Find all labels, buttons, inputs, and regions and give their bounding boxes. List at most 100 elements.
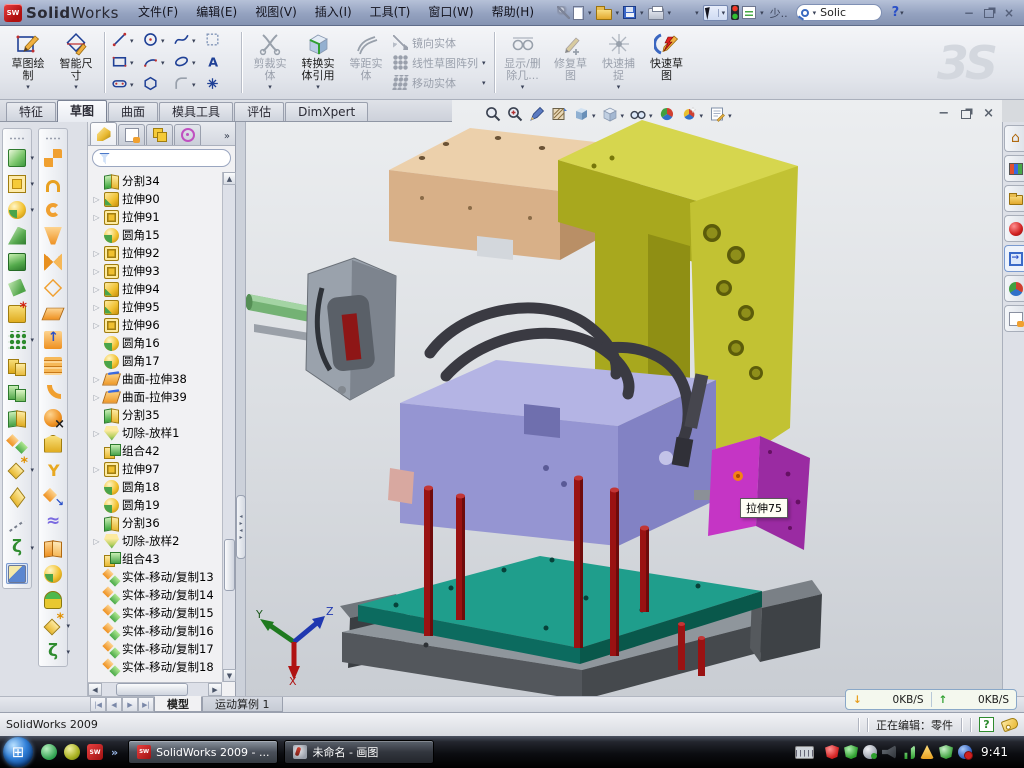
edit-appearance-button[interactable] [658, 105, 676, 126]
lofted-surface-button[interactable] [42, 225, 64, 246]
delete-face-button[interactable] [42, 407, 64, 428]
view-orientation-button[interactable]: ▾ [601, 105, 626, 126]
trim-surface-button[interactable] [42, 511, 64, 532]
expand-icon[interactable]: ▷ [92, 195, 101, 204]
reference-geometry-2-dropdown-icon[interactable]: ▾ [66, 622, 70, 630]
close-button[interactable]: × [1004, 6, 1014, 20]
spiral-curve-button[interactable]: ▾ [42, 641, 64, 662]
section-view-button[interactable] [550, 105, 568, 126]
rapid-sketch-button[interactable]: 快速草图 [644, 28, 690, 97]
open-icon[interactable] [596, 9, 612, 20]
plane-button[interactable] [6, 485, 28, 506]
boss-button[interactable] [6, 251, 28, 272]
extruded-boss-dropdown-icon[interactable]: ▾ [30, 154, 34, 162]
tree-item[interactable]: ▷拉伸94 [92, 280, 222, 298]
extruded-cut-button[interactable]: ▾ [6, 173, 28, 194]
open-dropdown-icon[interactable]: ▾ [616, 9, 620, 17]
boundary-surface-button[interactable] [42, 251, 64, 272]
scrollbar-thumb[interactable] [224, 539, 235, 591]
appearances-tab[interactable] [1004, 275, 1024, 302]
property-manager-tab[interactable] [118, 124, 145, 145]
doc-restore-button[interactable] [961, 110, 971, 119]
tree-item[interactable]: 圆角18 [92, 478, 222, 496]
search-input[interactable]: Solic [820, 6, 846, 19]
tree-item[interactable]: ▷拉伸97 [92, 460, 222, 478]
menu-item-4[interactable]: 工具(T) [361, 0, 420, 25]
tree-item[interactable]: ▷拉伸92 [92, 244, 222, 262]
file-explorer-tab[interactable] [1004, 185, 1024, 212]
expand-icon[interactable]: ▷ [92, 537, 101, 546]
offset-surface-button[interactable] [42, 329, 64, 350]
swept-surface-button[interactable] [42, 147, 64, 168]
quick-launch-more-icon[interactable]: » [111, 746, 118, 759]
point-tool[interactable] [204, 74, 235, 96]
untrim-surface-button[interactable] [42, 433, 64, 454]
filled-surface-button[interactable] [42, 277, 64, 298]
feature-manager-tab[interactable] [90, 122, 117, 145]
next-tab-icon[interactable]: ▶ [122, 697, 138, 712]
text-tool[interactable]: A [204, 52, 235, 74]
taskbar-window-button[interactable]: SWSolidWorks 2009 - ... [128, 740, 278, 764]
convert-dropdown-icon[interactable]: ▾ [316, 83, 320, 91]
fillet-tool-dropdown-icon[interactable]: ▾ [30, 206, 34, 214]
help-dropdown-icon[interactable]: ▾ [900, 9, 904, 17]
task-pane-home-tab[interactable] [1004, 125, 1024, 152]
tab-草图[interactable]: 草图 [57, 100, 107, 122]
tab-曲面[interactable]: 曲面 [108, 102, 158, 121]
custom-properties-tab[interactable] [1004, 305, 1024, 332]
circle-dropdown-icon[interactable]: ▾ [161, 37, 165, 45]
smart-dimension-button[interactable]: 智能尺寸 ▾ [53, 28, 99, 97]
tree-item[interactable]: 实体-移动/复制16 [92, 622, 222, 640]
tree-vertical-scrollbar[interactable]: ▲ ▼ [222, 172, 235, 682]
tab-特征[interactable]: 特征 [6, 102, 56, 121]
tags-icon[interactable] [1001, 717, 1020, 733]
menu-item-0[interactable]: 文件(F) [129, 0, 187, 25]
taskbar-clock[interactable]: 9:41 [977, 745, 1016, 759]
ellipse-dropdown-icon[interactable]: ▾ [192, 59, 196, 67]
tree-item[interactable]: 分割35 [92, 406, 222, 424]
chamfer-button[interactable] [6, 225, 28, 246]
search-box[interactable]: ▾ Solic [796, 4, 882, 21]
display-style-dropdown-icon[interactable]: ▾ [592, 112, 596, 120]
slot-tool[interactable]: ▾ [111, 74, 142, 96]
spline-tool[interactable]: ▾ [173, 30, 204, 52]
surface-fillet-button[interactable] [42, 381, 64, 402]
view-settings-dropdown-icon[interactable]: ▾ [728, 112, 732, 120]
new-document-dropdown-icon[interactable]: ▾ [588, 9, 592, 17]
sketch-fillet-tool[interactable]: ▾ [173, 74, 204, 96]
scroll-down-icon[interactable]: ▼ [223, 669, 236, 682]
mid-surface-button[interactable] [42, 355, 64, 376]
rectangle-dropdown-icon[interactable]: ▾ [130, 59, 134, 67]
linear-pattern-dropdown-icon[interactable]: ▾ [30, 336, 34, 344]
tree-item[interactable]: ▷曲面-拉伸38 [92, 370, 222, 388]
panel-tabs-more-icon[interactable]: » [224, 131, 233, 145]
splitter-handle[interactable]: ◂▸◂▸ [236, 495, 246, 559]
tree-item[interactable]: 圆角15 [92, 226, 222, 244]
select-dropdown-icon[interactable]: ▾ [718, 9, 726, 17]
tree-item[interactable]: 实体-移动/复制17 [92, 640, 222, 658]
network-tray-icon[interactable] [901, 745, 915, 759]
extruded-cut-dropdown-icon[interactable]: ▾ [30, 180, 34, 188]
revolved-surface-button[interactable] [42, 173, 64, 194]
dimxpert-manager-tab[interactable] [174, 124, 201, 145]
tree-filter-input[interactable] [92, 149, 231, 167]
pan-rotate-button[interactable] [528, 105, 546, 126]
volume-tray-icon[interactable] [882, 745, 896, 759]
first-tab-icon[interactable]: |◀ [90, 697, 106, 712]
doc-tab-模型[interactable]: 模型 [154, 696, 202, 712]
warning-tray-icon[interactable] [920, 745, 934, 759]
save-dropdown-icon[interactable]: ▾ [640, 9, 644, 17]
display-style-button[interactable]: ▾ [572, 105, 597, 126]
scroll-right-icon[interactable]: ▶ [208, 683, 222, 696]
arc-dropdown-icon[interactable]: ▾ [161, 59, 165, 67]
last-tab-icon[interactable]: ▶| [138, 697, 154, 712]
expand-icon[interactable]: ▷ [92, 303, 101, 312]
security-tray-icon[interactable] [844, 745, 858, 759]
expand-icon[interactable]: ▷ [92, 393, 101, 402]
tree-item[interactable]: 组合42 [92, 442, 222, 460]
menu-item-2[interactable]: 视图(V) [246, 0, 306, 25]
line-dropdown-icon[interactable]: ▾ [130, 37, 134, 45]
expand-icon[interactable]: ▷ [92, 429, 101, 438]
linear-pattern-button[interactable]: ▾ [6, 329, 28, 350]
sync-tray-icon[interactable] [958, 745, 972, 759]
